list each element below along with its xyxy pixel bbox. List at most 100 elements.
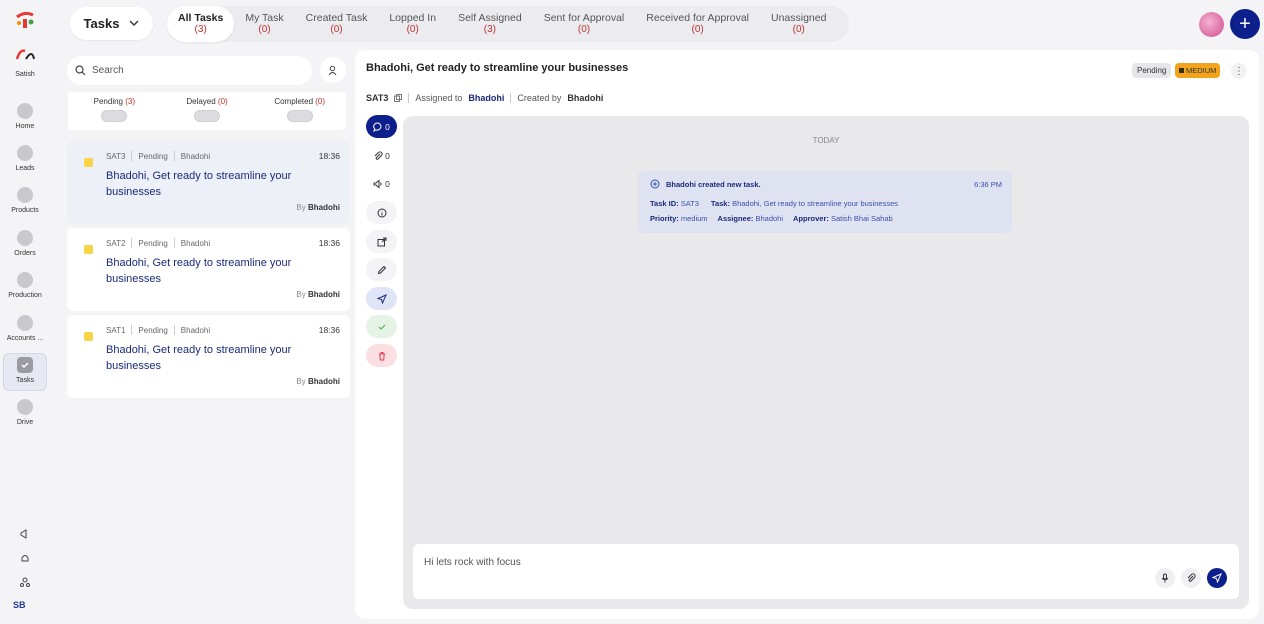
sidebar-item-label: Leads [15,165,35,172]
module-dropdown[interactable]: Tasks [70,7,153,40]
sidebar-item-production[interactable]: Production [3,269,47,307]
microphone-button[interactable] [1155,568,1175,588]
complete-button[interactable] [366,315,397,338]
sidebar-item-leads[interactable]: Leads [3,142,47,180]
sidebar-item-tasks[interactable]: Tasks [3,353,47,391]
tab-count: (0) [330,24,343,35]
send-message-button[interactable] [1207,568,1227,588]
external-link-icon [377,237,386,246]
completed-toggle[interactable] [286,110,313,122]
gear-icon [17,272,33,288]
by-name: Bhadohi [308,290,340,299]
pencil-icon [377,265,386,274]
task-status: Pending [138,325,168,335]
detail-task-id: SAT3 [366,93,389,103]
profile-avatar[interactable] [1199,12,1224,37]
attach-button[interactable] [1181,568,1201,588]
sidebar-item-drive[interactable]: Drive [3,396,47,434]
info-icon [377,208,386,217]
sidebar-item-label: Drive [16,419,34,426]
filter-pending: Pending (3) [68,92,161,130]
tab-label: Sent for Approval [543,12,625,24]
comments-button[interactable]: 0 [366,115,397,138]
user-initials[interactable]: SB [13,600,26,610]
task-label: Task: [710,199,730,208]
more-options-button[interactable]: ⋮ [1231,63,1247,79]
tab-all-tasks[interactable]: All Tasks (3) [167,6,235,42]
assignee-filter-button[interactable] [320,57,346,83]
composer-input[interactable]: Hi lets rock with focus [424,557,521,568]
send-icon [1212,573,1222,583]
plus-circle-icon [650,179,660,189]
megaphone-icon[interactable] [17,526,33,542]
priority-badge[interactable]: MEDIUM [1175,63,1221,78]
sidebar-item-orders[interactable]: Orders [3,227,47,265]
message-time: 6:36 PM [974,180,1002,189]
bell-icon[interactable] [17,550,33,566]
created-label: Created by [517,93,562,103]
detail-title: Bhadohi, Get ready to streamline your bu… [366,62,629,74]
tab-count: (0) [792,24,805,35]
info-button[interactable] [366,201,397,224]
priority-value: medium [680,214,708,223]
sidebar-item-products[interactable]: Products [3,184,47,222]
assigned-label: Assigned to [415,93,463,103]
voice-count: 0 [385,178,390,189]
sidebar-item-label: Orders [14,250,36,257]
add-task-button[interactable]: + [1230,9,1260,39]
voice-notes-button[interactable]: 0 [366,172,397,195]
delayed-toggle[interactable] [194,110,220,122]
edit-button[interactable] [366,258,397,281]
assigned-to-name[interactable]: Bhadohi [468,93,504,103]
task-meta: SAT1 Pending Bhadohi [106,325,210,335]
speaker-icon [373,178,382,189]
sidebar-item-accounts[interactable]: Accounts ... [3,312,47,350]
tab-label: My Task [245,12,284,24]
tab-lopped-in[interactable]: Lopped In (0) [378,6,447,42]
status-badge[interactable]: Pending [1132,63,1172,78]
message-composer[interactable]: Hi lets rock with focus [413,544,1239,599]
filter-label: Completed [274,97,314,106]
created-by-name: Bhadohi [567,93,604,103]
sidebar-item-home[interactable]: Home [3,100,47,138]
by-prefix: By [296,203,306,212]
tab-my-task[interactable]: My Task (0) [234,6,294,42]
task-time: 18:36 [318,238,340,248]
by-prefix: By [296,377,306,386]
task-title: Bhadohi, Get ready to streamline your bu… [106,257,292,285]
tab-sent-for-approval[interactable]: Sent for Approval (0) [533,6,636,42]
copy-icon[interactable] [394,94,403,102]
tab-received-for-approval[interactable]: Received for Approval (0) [635,6,760,42]
pending-toggle[interactable] [101,110,128,122]
attachments-count: 0 [385,150,390,161]
open-external-button[interactable] [366,230,397,253]
delete-button[interactable] [366,344,397,367]
filter-count: (3) [125,97,136,106]
sidebar-item-label: Tasks [16,377,34,384]
chat-area: TODAY Bhadohi created new task. 6:36 PM … [403,116,1249,609]
clipboard-icon [17,230,33,246]
task-meta: SAT3 Pending Bhadohi [106,151,210,161]
search-field[interactable]: Search [67,56,312,85]
task-status: Pending [138,151,168,161]
tab-label: Self Assigned [458,12,522,24]
attachments-button[interactable]: 0 [366,144,397,167]
box-icon [17,187,33,203]
tab-unassigned[interactable]: Unassigned (0) [760,6,837,42]
app-logo[interactable] [15,11,35,29]
task-card[interactable]: SAT3 Pending Bhadohi 18:36 Bhadohi, Get … [67,141,350,224]
send-icon [376,293,387,304]
sidebar-item-label: Home [15,123,35,130]
tab-self-assigned[interactable]: Self Assigned (3) [447,6,533,42]
user-avatar[interactable] [14,45,36,67]
task-by: By Bhadohi [296,203,340,212]
task-time: 18:36 [318,325,340,335]
tab-count: (0) [691,24,704,35]
tab-created-task[interactable]: Created Task (0) [295,6,379,42]
task-id: SAT3 [106,151,126,161]
task-card[interactable]: SAT1 Pending Bhadohi 18:36 Bhadohi, Get … [67,315,350,398]
task-card[interactable]: SAT2 Pending Bhadohi 18:36 Bhadohi, Get … [67,228,350,311]
org-icon[interactable] [17,574,33,590]
task-id: SAT2 [106,238,126,248]
send-button[interactable] [366,287,397,310]
